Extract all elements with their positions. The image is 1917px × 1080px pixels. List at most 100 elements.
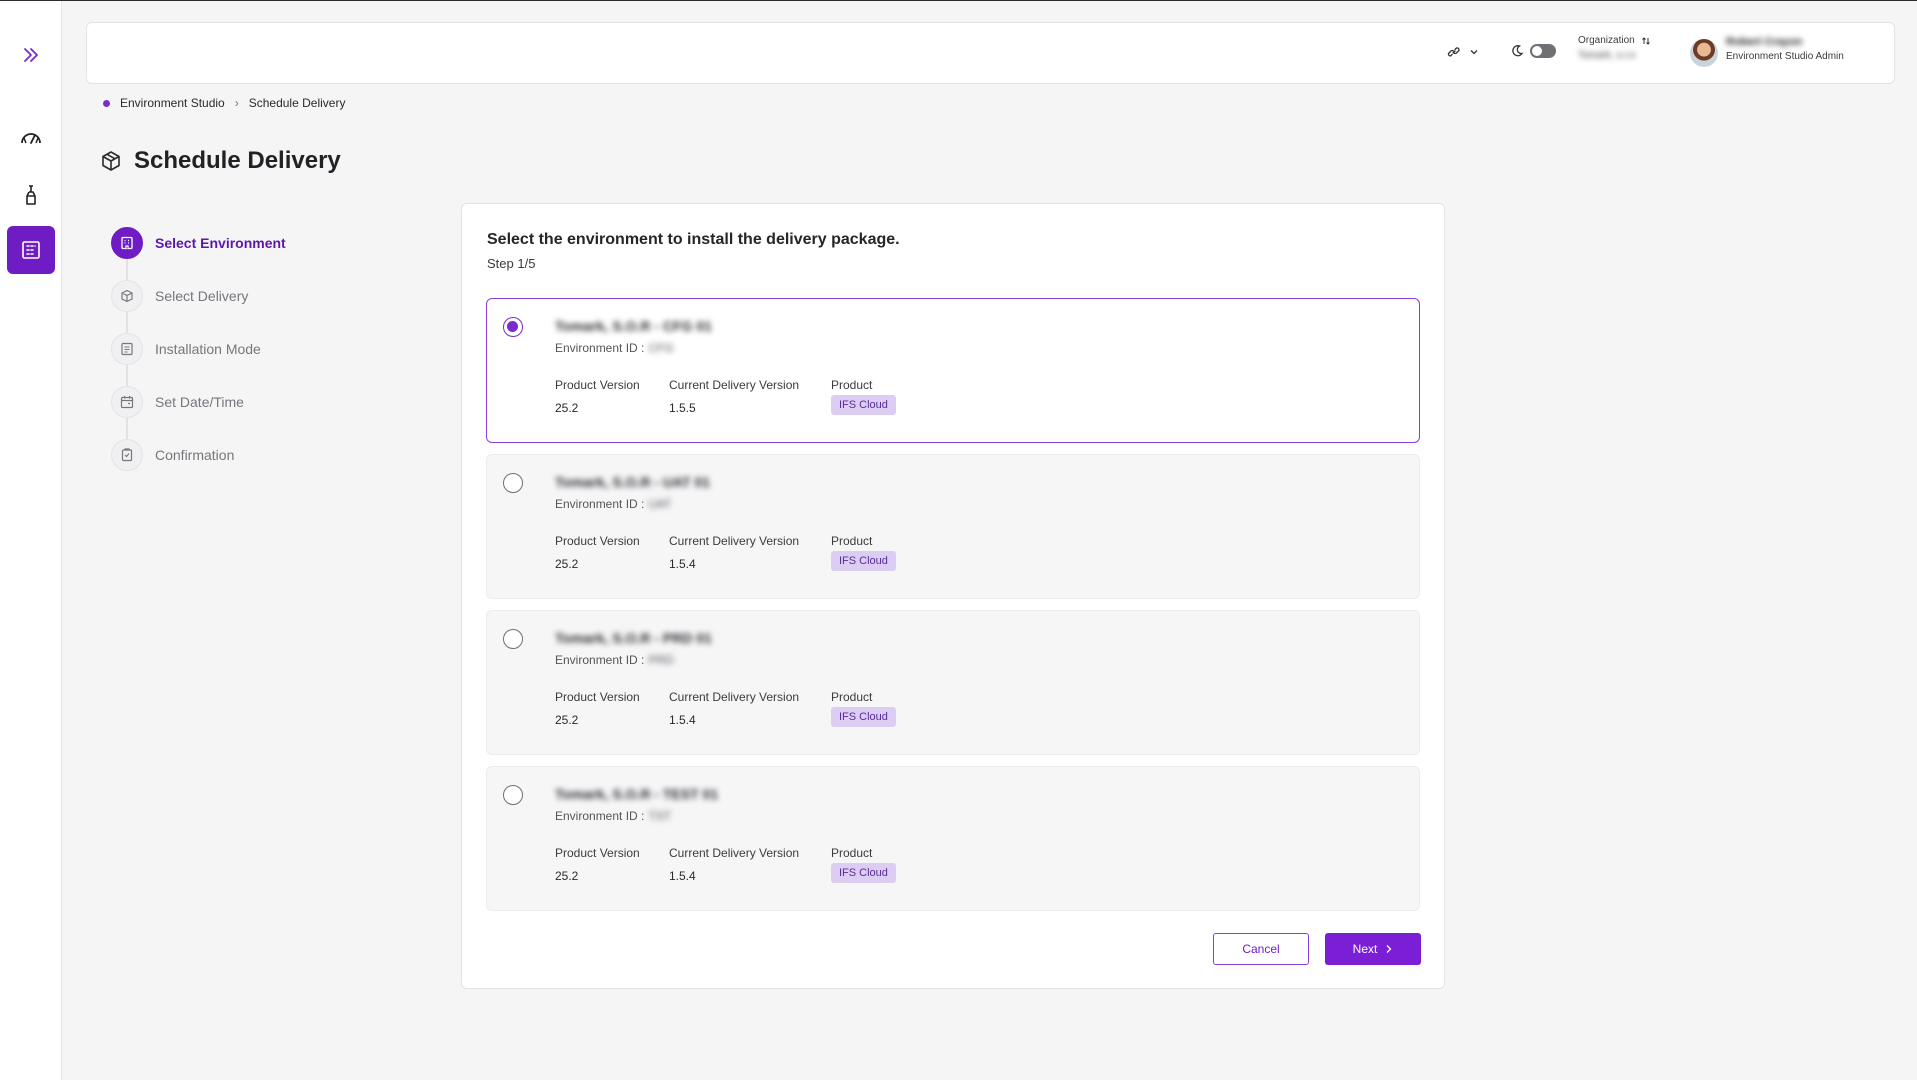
environment-id-label: Environment ID : bbox=[555, 653, 645, 667]
expand-rail-button[interactable] bbox=[7, 31, 55, 79]
next-button-label: Next bbox=[1352, 942, 1378, 956]
breadcrumb-root[interactable]: Environment Studio bbox=[120, 96, 225, 110]
user-name: Robert Crayon bbox=[1726, 36, 1803, 48]
clipboard-icon bbox=[121, 448, 133, 462]
step-circle bbox=[111, 439, 143, 471]
environment-id-label: Environment ID : bbox=[555, 809, 645, 823]
product-label: Product bbox=[831, 846, 873, 860]
delivery-version-label: Current Delivery Version bbox=[669, 534, 800, 548]
step-label: Select Delivery bbox=[155, 288, 249, 304]
step-select-delivery[interactable]: Select Delivery bbox=[111, 280, 331, 312]
delivery-version-value: 1.5.4 bbox=[669, 869, 696, 883]
calendar-icon bbox=[120, 396, 134, 409]
product-label: Product bbox=[831, 690, 873, 704]
card-heading: Select the environment to install the de… bbox=[487, 231, 900, 248]
rail-dashboard-button[interactable] bbox=[7, 114, 55, 162]
delivery-version-group: Current Delivery Version 1.5.5 bbox=[669, 378, 799, 415]
step-circle bbox=[111, 280, 143, 312]
environment-option[interactable]: Tomark, S.O.R - UAT 01 Environment ID : … bbox=[486, 454, 1420, 599]
environment-radio[interactable] bbox=[503, 473, 523, 493]
user-info[interactable]: Robert Crayon Environment Studio Admin bbox=[1726, 36, 1844, 62]
environment-id-value: CFG bbox=[648, 341, 674, 355]
product-badge: IFS Cloud bbox=[831, 707, 896, 727]
product-badge: IFS Cloud bbox=[831, 551, 896, 571]
product-version-label: Product Version bbox=[555, 378, 640, 392]
delivery-version-label: Current Delivery Version bbox=[669, 378, 800, 392]
product-version-group: Product Version 25.2 bbox=[555, 690, 640, 727]
link-menu-button[interactable] bbox=[1447, 45, 1479, 59]
environment-radio[interactable] bbox=[503, 785, 523, 805]
theme-switch[interactable] bbox=[1510, 44, 1556, 58]
product-label: Product bbox=[831, 534, 873, 548]
top-header: Organization Tomark, s.r.o Robert Crayon… bbox=[86, 22, 1895, 84]
building-icon bbox=[22, 241, 40, 259]
page-title-row: Schedule Delivery bbox=[100, 147, 341, 175]
avatar[interactable] bbox=[1690, 39, 1718, 67]
product-label: Product bbox=[831, 378, 873, 392]
environment-option[interactable]: Tomark, S.O.R - CFG 01 Environment ID : … bbox=[486, 298, 1420, 443]
window-top-border bbox=[0, 0, 1917, 1]
environment-id-label: Environment ID : bbox=[555, 341, 645, 355]
environment-option[interactable]: Tomark, S.O.R - PRD 01 Environment ID : … bbox=[486, 610, 1420, 755]
environment-id-row: Environment ID : PRD bbox=[555, 653, 674, 667]
page-title: Schedule Delivery bbox=[134, 147, 341, 174]
organization-switcher[interactable]: Organization Tomark, s.r.o bbox=[1578, 35, 1651, 61]
rail-lab-button[interactable] bbox=[7, 171, 55, 219]
swap-icon bbox=[1641, 36, 1650, 45]
dashboard-gauge-icon bbox=[21, 133, 41, 144]
package-icon bbox=[102, 151, 120, 171]
breadcrumb-chevron-icon: › bbox=[234, 96, 239, 110]
step-set-date-time[interactable]: Set Date/Time bbox=[111, 386, 331, 418]
environment-name: Tomark, S.O.R - CFG 01 bbox=[555, 318, 712, 334]
rail-environments-button[interactable] bbox=[7, 226, 55, 274]
environment-name: Tomark, S.O.R - TEST 01 bbox=[555, 786, 719, 802]
step-confirmation[interactable]: Confirmation bbox=[111, 439, 331, 471]
organization-label: Organization bbox=[1578, 35, 1635, 46]
package-icon bbox=[121, 289, 133, 303]
flask-icon bbox=[26, 185, 36, 205]
building-icon bbox=[121, 236, 133, 250]
product-version-group: Product Version 25.2 bbox=[555, 846, 640, 883]
theme-toggle[interactable] bbox=[1530, 44, 1556, 58]
cancel-button[interactable]: Cancel bbox=[1213, 933, 1309, 965]
next-button[interactable]: Next bbox=[1325, 933, 1421, 965]
user-role: Environment Studio Admin bbox=[1726, 51, 1844, 62]
step-installation-mode[interactable]: Installation Mode bbox=[111, 333, 331, 365]
delivery-version-value: 1.5.4 bbox=[669, 713, 696, 727]
environment-id-row: Environment ID : TST bbox=[555, 809, 671, 823]
breadcrumb-current: Schedule Delivery bbox=[248, 96, 346, 110]
step-label: Set Date/Time bbox=[155, 394, 244, 410]
product-group: Product IFS Cloud bbox=[831, 846, 896, 883]
product-version-group: Product Version 25.2 bbox=[555, 534, 640, 571]
product-version-value: 25.2 bbox=[555, 713, 579, 727]
link-icon bbox=[1447, 47, 1460, 57]
product-badge: IFS Cloud bbox=[831, 395, 896, 415]
step-label: Select Environment bbox=[155, 235, 286, 251]
chevron-down-icon bbox=[1470, 50, 1478, 55]
product-badge: IFS Cloud bbox=[831, 863, 896, 883]
step-select-environment[interactable]: Select Environment bbox=[111, 227, 331, 259]
breadcrumb: Environment Studio › Schedule Delivery bbox=[103, 96, 345, 110]
environment-option[interactable]: Tomark, S.O.R - TEST 01 Environment ID :… bbox=[486, 766, 1420, 911]
left-rail bbox=[0, 1, 62, 1080]
delivery-version-label: Current Delivery Version bbox=[669, 846, 800, 860]
product-version-label: Product Version bbox=[555, 846, 640, 860]
step-label: Installation Mode bbox=[155, 341, 261, 357]
step-circle bbox=[111, 227, 143, 259]
environment-id-value: TST bbox=[648, 809, 672, 823]
environment-radio[interactable] bbox=[503, 629, 523, 649]
delivery-version-value: 1.5.5 bbox=[669, 401, 696, 415]
delivery-version-group: Current Delivery Version 1.5.4 bbox=[669, 846, 799, 883]
environment-radio[interactable] bbox=[503, 317, 523, 337]
environment-name: Tomark, S.O.R - PRD 01 bbox=[555, 630, 712, 646]
step-circle bbox=[111, 386, 143, 418]
product-group: Product IFS Cloud bbox=[831, 378, 896, 415]
environment-id-label: Environment ID : bbox=[555, 497, 645, 511]
moon-icon bbox=[1512, 45, 1524, 57]
breadcrumb-dot bbox=[103, 99, 110, 107]
delivery-version-group: Current Delivery Version 1.5.4 bbox=[669, 534, 799, 571]
chevron-right-icon bbox=[1386, 945, 1392, 953]
step-circle bbox=[111, 333, 143, 365]
product-group: Product IFS Cloud bbox=[831, 534, 896, 571]
product-group: Product IFS Cloud bbox=[831, 690, 896, 727]
